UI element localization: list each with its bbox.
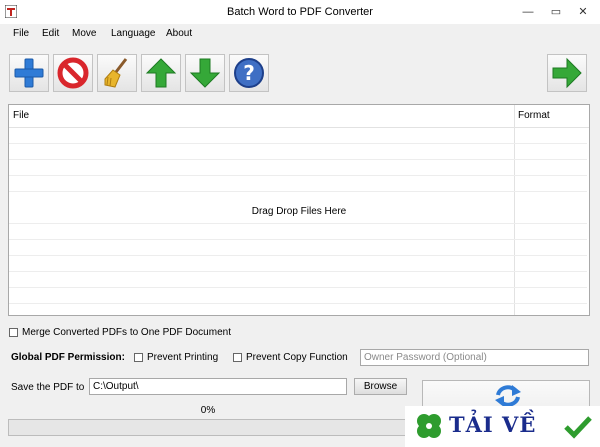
minimize-button[interactable]: — bbox=[517, 3, 539, 21]
drop-hint: Drag Drop Files Here bbox=[251, 206, 347, 217]
progress-bar bbox=[8, 419, 408, 436]
add-icon bbox=[14, 58, 44, 88]
column-format[interactable]: Format bbox=[518, 110, 550, 121]
watermark-banner: TẢI VỀ bbox=[405, 406, 600, 447]
title-bar: Batch Word to PDF Converter — ▭ ✕ bbox=[0, 0, 600, 24]
broom-icon bbox=[104, 58, 128, 88]
owner-password-field[interactable]: Owner Password (Optional) bbox=[360, 349, 589, 366]
merge-checkbox[interactable] bbox=[9, 328, 18, 337]
add-files-button[interactable] bbox=[9, 54, 49, 92]
prevent-printing-label: Prevent Printing bbox=[147, 352, 219, 363]
menu-move[interactable]: Move bbox=[72, 28, 96, 39]
close-button[interactable]: ✕ bbox=[572, 3, 594, 21]
move-up-button[interactable] bbox=[141, 54, 181, 92]
list-header: File Format bbox=[9, 105, 589, 128]
menu-bar: File Edit Move Language About bbox=[0, 24, 600, 44]
help-icon: ? bbox=[234, 58, 264, 88]
browse-button[interactable]: Browse bbox=[354, 378, 407, 395]
row-divider bbox=[9, 191, 587, 192]
svg-text:?: ? bbox=[243, 61, 255, 85]
checkmark-icon bbox=[564, 416, 592, 439]
arrow-right-icon bbox=[552, 57, 582, 89]
row-divider bbox=[9, 223, 587, 224]
menu-edit[interactable]: Edit bbox=[42, 28, 59, 39]
prevent-copy-label: Prevent Copy Function bbox=[246, 352, 348, 363]
row-divider bbox=[9, 303, 587, 304]
file-list[interactable]: File Format Drag Drop Files Here bbox=[8, 104, 590, 316]
clover-logo-icon bbox=[417, 414, 441, 438]
move-down-button[interactable] bbox=[185, 54, 225, 92]
permission-label: Global PDF Permission: bbox=[11, 352, 125, 363]
remove-button[interactable] bbox=[53, 54, 93, 92]
row-divider bbox=[9, 143, 587, 144]
row-divider bbox=[9, 175, 587, 176]
prevent-copy-checkbox[interactable] bbox=[233, 353, 242, 362]
save-path-field[interactable]: C:\Output\ bbox=[89, 378, 347, 395]
save-label: Save the PDF to bbox=[11, 382, 85, 393]
menu-about[interactable]: About bbox=[166, 28, 192, 39]
row-divider bbox=[9, 287, 587, 288]
row-divider bbox=[9, 255, 587, 256]
watermark-text: TẢI VỀ bbox=[449, 412, 537, 437]
merge-label: Merge Converted PDFs to One PDF Document bbox=[22, 327, 231, 338]
arrow-up-icon bbox=[145, 58, 177, 88]
menu-file[interactable]: File bbox=[13, 28, 29, 39]
row-divider bbox=[9, 159, 587, 160]
toolbar: ? bbox=[0, 44, 600, 100]
arrow-down-icon bbox=[189, 58, 221, 88]
window-title: Batch Word to PDF Converter bbox=[227, 6, 373, 18]
column-file[interactable]: File bbox=[13, 110, 29, 121]
menu-language[interactable]: Language bbox=[111, 28, 156, 39]
clear-list-button[interactable] bbox=[97, 54, 137, 92]
prevent-printing-checkbox[interactable] bbox=[134, 353, 143, 362]
stop-icon bbox=[57, 57, 89, 89]
help-button[interactable]: ? bbox=[229, 54, 269, 92]
maximize-button[interactable]: ▭ bbox=[545, 3, 567, 21]
row-divider bbox=[9, 239, 587, 240]
row-divider bbox=[9, 271, 587, 272]
progress-percent: 0% bbox=[200, 405, 216, 416]
convert-button[interactable] bbox=[547, 54, 587, 92]
save-path-value: C:\Output\ bbox=[93, 381, 139, 392]
refresh-icon bbox=[495, 385, 521, 407]
owner-password-placeholder: Owner Password (Optional) bbox=[364, 352, 487, 363]
